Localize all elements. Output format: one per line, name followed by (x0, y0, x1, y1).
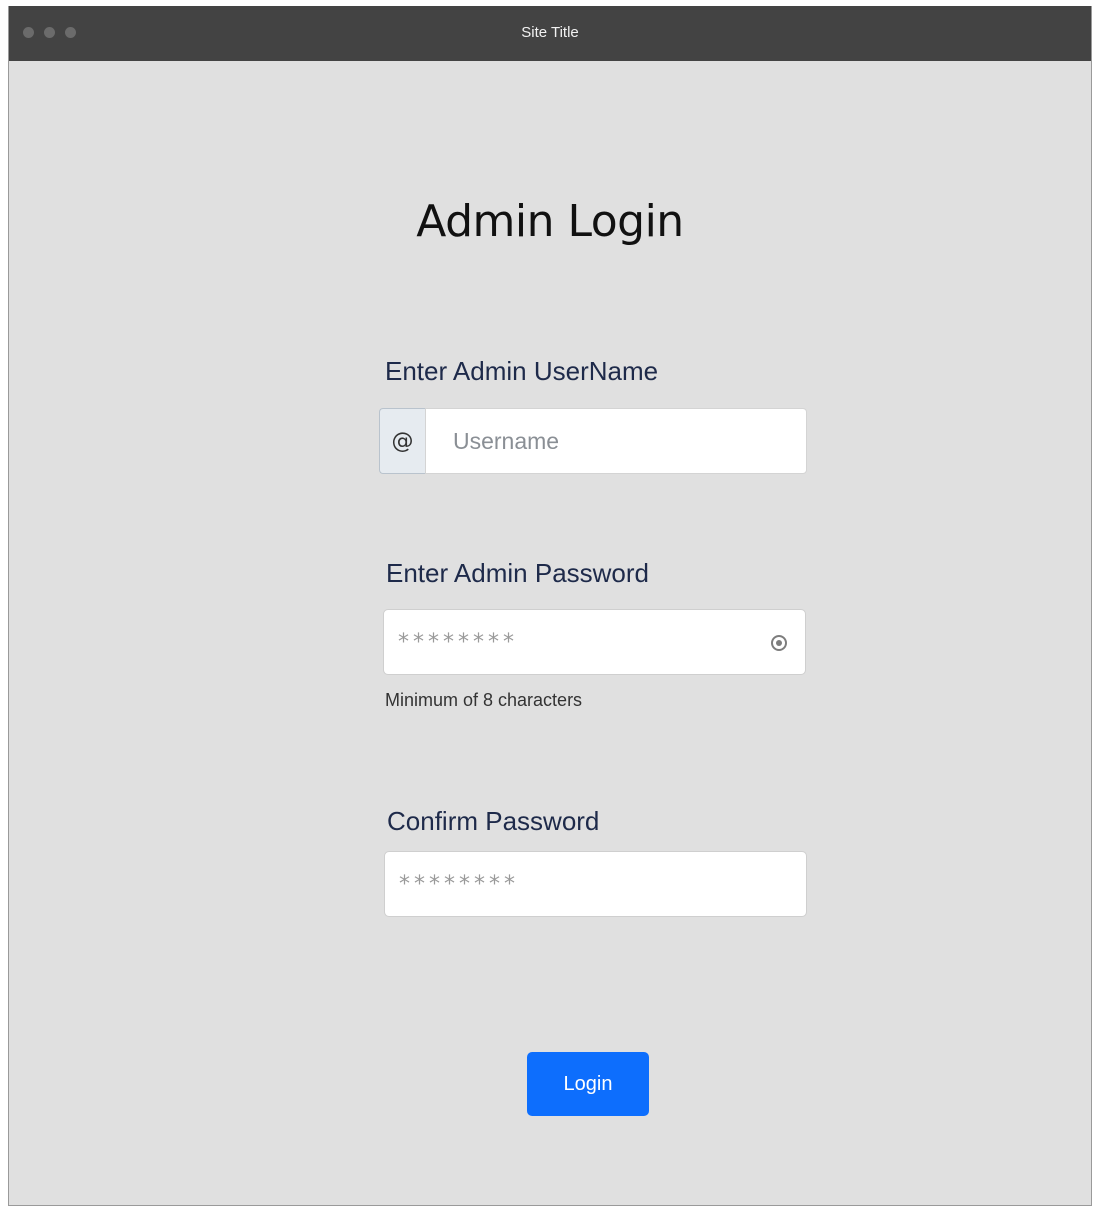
window-title: Site Title (521, 24, 579, 41)
username-input-group: @ (379, 408, 807, 474)
username-label: Enter Admin UserName (385, 356, 659, 386)
title-bar: Site Title (9, 6, 1091, 61)
confirm-password-input[interactable]: ******** (384, 851, 807, 917)
page-title: Admin Login (416, 196, 684, 247)
app-window: Site Title Admin Login Enter Admin UserN… (8, 6, 1092, 1206)
confirm-password-mask: ******** (399, 872, 519, 897)
at-sign-icon: @ (379, 408, 425, 474)
password-mask: ******** (398, 630, 518, 655)
password-label: Enter Admin Password (386, 558, 650, 588)
username-input[interactable] (425, 408, 807, 474)
eye-icon[interactable] (771, 635, 787, 651)
password-input[interactable]: ******** (383, 609, 806, 675)
login-button[interactable]: Login (527, 1052, 649, 1116)
confirm-password-label: Confirm Password (387, 806, 600, 836)
password-hint: Minimum of 8 characters (385, 690, 583, 710)
